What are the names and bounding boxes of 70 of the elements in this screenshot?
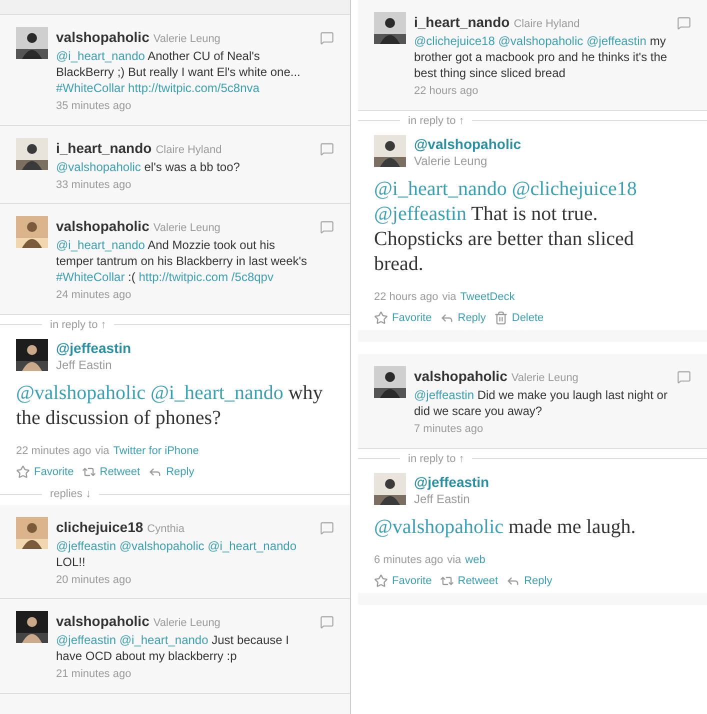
- full-name: Valerie Leung: [153, 616, 220, 631]
- star-icon: [16, 464, 30, 479]
- timestamp: 6 minutes ago: [374, 553, 444, 568]
- via-label: via: [447, 553, 462, 568]
- full-name: Jeff Eastin: [414, 491, 471, 507]
- full-name: Claire Hyland: [514, 17, 580, 32]
- star-icon: [374, 310, 388, 325]
- tweet-action-button[interactable]: Reply: [506, 572, 552, 589]
- tweet-action-button[interactable]: Favorite: [16, 464, 74, 480]
- username[interactable]: i_heart_nando: [56, 138, 152, 158]
- star-icon: [374, 574, 388, 588]
- reply-bubble-icon[interactable]: [320, 615, 334, 629]
- tweet-text: @clichejuice18 @valshopaholic @jeffeastin my brother got a macbook pro and he thinks it's the best thing since sliced bread: [414, 33, 668, 81]
- reply-bubble-icon[interactable]: [320, 220, 334, 234]
- tweet-text: @jeffeastin @valshopaholic @i_heart_nando LOL!!: [56, 538, 298, 570]
- via-label: via: [442, 290, 456, 305]
- thread-divider-label[interactable]: in reply to ↑: [408, 112, 464, 129]
- username[interactable]: valshopaholic: [56, 611, 150, 632]
- handle[interactable]: @jeffeastin: [414, 473, 490, 491]
- username[interactable]: valshopaholic: [414, 366, 508, 387]
- timestamp: 21 minutes ago: [56, 667, 132, 682]
- username[interactable]: valshopaholic: [56, 216, 150, 237]
- via-label: via: [95, 444, 110, 459]
- timestamp: 24 minutes ago: [56, 288, 132, 303]
- source-link[interactable]: TweetDeck: [460, 289, 515, 306]
- reply-bubble-icon[interactable]: [320, 520, 334, 534]
- tweet-action-button[interactable]: Retweet: [440, 572, 498, 589]
- timestamp: 35 minutes ago: [56, 99, 132, 114]
- tweet-text: @i_heart_nando Another CU of Neal's BlackBerry ;) But really I want El's white one... #WhiteCollar http://twitpic.com/5c8nva: [56, 48, 302, 96]
- full-name: Valerie Leung: [153, 32, 220, 47]
- reply-bubble-icon[interactable]: [677, 370, 691, 384]
- thread-divider-label[interactable]: in reply to ↑: [50, 316, 106, 333]
- tweet-text: @i_heart_nando And Mozzie took out his temper tantrum on his Blackberry in last week's #WhiteCollar :( http://twitpic.com /5c8qpv: [56, 237, 308, 285]
- reply-bubble-icon[interactable]: [320, 31, 334, 45]
- trash-icon: [494, 310, 508, 325]
- timestamp: 22 minutes ago: [16, 444, 92, 459]
- timestamp: 33 minutes ago: [56, 178, 132, 192]
- full-name: Valerie Leung: [414, 153, 488, 169]
- thread-divider-label[interactable]: in reply to ↑: [408, 450, 464, 467]
- tweet-text: @valshopaholic @i_heart_nando why the discussion of phones?: [16, 381, 324, 431]
- tweet-action-button[interactable]: Favorite: [374, 310, 432, 326]
- username[interactable]: i_heart_nando: [414, 12, 510, 33]
- full-name: Valerie Leung: [511, 371, 578, 386]
- timestamp: 22 hours ago: [374, 290, 438, 305]
- tweet-action-button[interactable]: Retweet: [82, 464, 140, 480]
- source-link[interactable]: web: [465, 552, 486, 568]
- timestamp: 22 hours ago: [414, 84, 480, 99]
- tweet-text: @valshopaholic el's was a bb too?: [56, 158, 241, 174]
- timestamp: 20 minutes ago: [56, 572, 132, 588]
- full-name: Claire Hyland: [156, 142, 222, 158]
- tweet-action-button[interactable]: Favorite: [374, 572, 432, 589]
- tweet-action-button[interactable]: Delete: [494, 310, 544, 326]
- full-name: Cynthia: [147, 522, 184, 536]
- full-name: Valerie Leung: [153, 221, 220, 236]
- tweet-text: @jeffeastin @i_heart_nando Just because I have OCD about my blackberry :p: [56, 632, 290, 664]
- tweet-text: @valshopaholic made me laugh.: [374, 515, 637, 540]
- handle[interactable]: @valshopaholic: [414, 135, 522, 153]
- tweet-action-button[interactable]: Reply: [148, 464, 194, 480]
- source-link[interactable]: Twitter for iPhone: [113, 443, 199, 460]
- tweet-action-button[interactable]: Reply: [440, 310, 486, 326]
- thread-divider-label[interactable]: replies ↓: [50, 486, 91, 502]
- username[interactable]: valshopaholic: [56, 27, 150, 48]
- tweet-text: @jeffeastin Did we make you laugh last night or did we scare you away?: [414, 387, 668, 419]
- handle[interactable]: @jeffeastin: [56, 339, 132, 357]
- timestamp: 7 minutes ago: [414, 422, 484, 437]
- full-name: Jeff Eastin: [56, 357, 113, 373]
- reply-bubble-icon[interactable]: [320, 142, 334, 156]
- tweet-text: @i_heart_nando @clichejuice18 @jeffeastin That is not true. Chopsticks are better than sliced bread.: [374, 177, 638, 277]
- reply-bubble-icon[interactable]: [677, 16, 691, 30]
- username[interactable]: clichejuice18: [56, 516, 144, 538]
